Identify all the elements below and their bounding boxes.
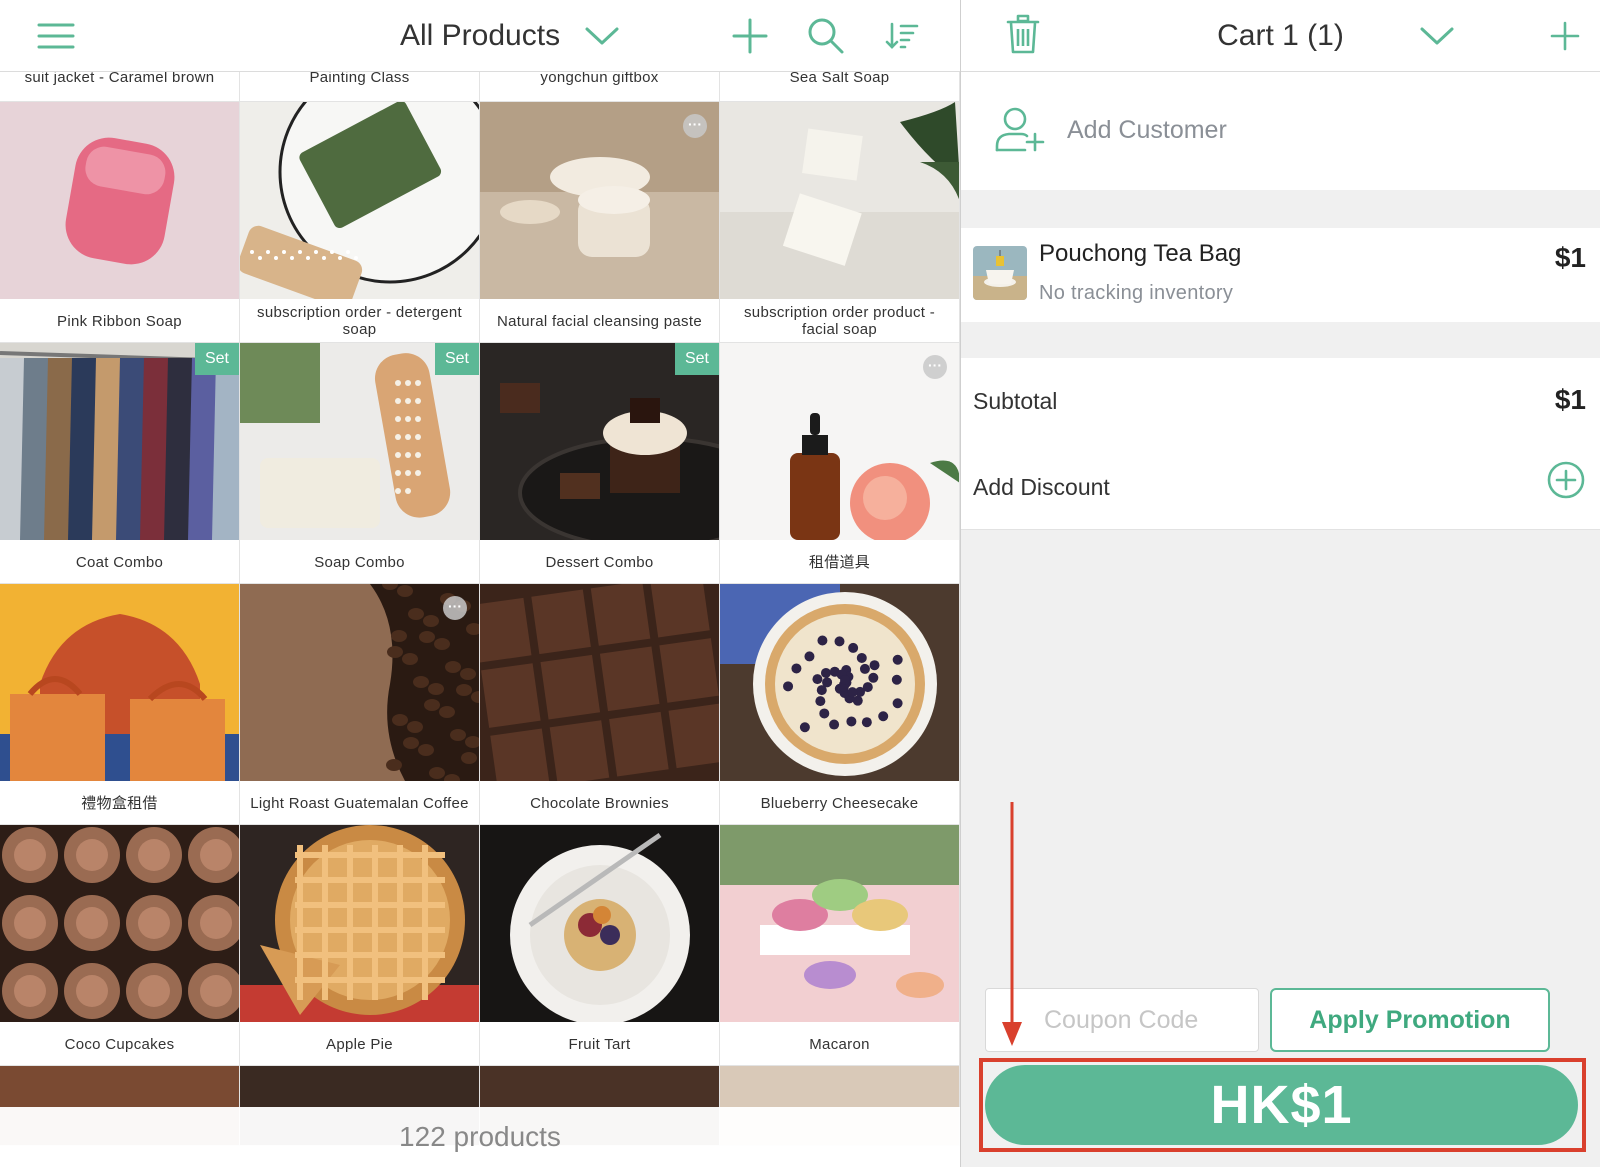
product-name: Coco Cupcakes [64, 1035, 175, 1053]
chevron-down-icon[interactable] [1415, 16, 1459, 56]
product-tile[interactable]: Chocolate Brownies [480, 584, 720, 825]
product-tile[interactable]: ··· Natural facial cleansing paste [480, 102, 720, 343]
product-name: subscription order product - facial soap [744, 304, 935, 338]
cart-line-item[interactable]: Pouchong Tea Bag No tracking inventory $… [961, 228, 1600, 322]
product-image [0, 584, 239, 781]
product-tile[interactable]: Set Dessert Combo [480, 343, 720, 584]
product-image [480, 584, 719, 781]
product-tile[interactable]: Set Coat Combo [0, 343, 240, 584]
product-name: Macaron [809, 1035, 870, 1053]
product-name: Fruit Tart [568, 1035, 631, 1053]
product-tile[interactable]: ··· 租借道具 [720, 343, 960, 584]
coupon-code-input[interactable] [985, 988, 1259, 1052]
product-image [720, 102, 959, 299]
product-image [240, 825, 479, 1022]
product-name: Pink Ribbon Soap [57, 312, 182, 330]
apply-promotion-button[interactable]: Apply Promotion [1270, 988, 1550, 1052]
product-name: Natural facial cleansing paste [497, 312, 702, 330]
chevron-down-icon[interactable] [580, 16, 624, 56]
more-options-icon[interactable]: ··· [923, 355, 947, 379]
product-name: 禮物盒租借 [81, 794, 158, 812]
cart-header: Cart 1 (1) [961, 0, 1600, 72]
product-tile[interactable]: Coco Cupcakes [0, 825, 240, 1066]
more-options-icon[interactable]: ··· [443, 596, 467, 620]
products-header: All Products [0, 0, 960, 72]
product-image [720, 825, 959, 1022]
line-item-inventory-note: No tracking inventory [1039, 282, 1234, 304]
cart-summary: Subtotal $1 Add Discount [961, 358, 1600, 530]
product-tile[interactable]: Blueberry Cheesecake [720, 584, 960, 825]
set-badge: Set [675, 343, 719, 375]
product-image [0, 825, 239, 1022]
add-customer-label: Add Customer [1067, 116, 1227, 144]
product-tile[interactable]: ··· Light Roast Guatemalan Coffee [240, 584, 480, 825]
search-icon[interactable] [804, 16, 848, 56]
line-item-price: $1 [1554, 242, 1586, 273]
product-tile[interactable]: Apple Pie [240, 825, 480, 1066]
new-cart-icon[interactable] [1543, 16, 1587, 56]
product-name: Chocolate Brownies [530, 794, 669, 812]
subtotal-label: Subtotal [973, 388, 1058, 414]
product-tile[interactable]: subscription order - detergent soap [240, 102, 480, 343]
product-image [240, 102, 479, 299]
product-tile[interactable]: Pink Ribbon Soap [0, 102, 240, 343]
add-discount-label[interactable]: Add Discount [973, 474, 1110, 501]
set-badge: Set [435, 343, 479, 375]
cart-title[interactable]: Cart 1 (1) [961, 16, 1600, 56]
product-name: Apple Pie [326, 1035, 393, 1053]
add-user-icon [995, 107, 1045, 152]
product-label-partial[interactable]: yongchun giftbox [480, 70, 720, 102]
line-item-name: Pouchong Tea Bag [1039, 240, 1242, 267]
add-product-icon[interactable] [728, 16, 772, 56]
set-badge: Set [195, 343, 239, 375]
product-tile[interactable]: Set Soap Combo [240, 343, 480, 584]
add-customer-button[interactable]: Add Customer [961, 72, 1600, 190]
product-name: Blueberry Cheesecake [760, 794, 919, 812]
product-tile[interactable]: Fruit Tart [480, 825, 720, 1066]
product-grid-partial-row: suit jacket - Caramel brown Painting Cla… [0, 70, 960, 102]
cart-panel: Cart 1 (1) Add Customer Pouchong Tea Bag… [961, 0, 1600, 1167]
subtotal-value: $1 [1554, 384, 1586, 415]
product-label-partial[interactable]: Painting Class [240, 70, 480, 102]
product-name: Light Roast Guatemalan Coffee [250, 794, 469, 812]
more-options-icon[interactable]: ··· [683, 114, 707, 138]
product-count: 122 products [0, 1107, 960, 1167]
menu-icon[interactable] [34, 16, 78, 56]
product-label-partial[interactable]: Sea Salt Soap [720, 70, 960, 102]
product-name: subscription order - detergent soap [257, 304, 462, 338]
products-category-title[interactable]: All Products [400, 16, 560, 56]
product-name: Coat Combo [75, 553, 164, 571]
product-image [480, 825, 719, 1022]
product-image [720, 584, 959, 781]
product-tile[interactable]: subscription order product - facial soap [720, 102, 960, 343]
checkout-button[interactable]: HK$1 [985, 1065, 1578, 1145]
add-discount-icon[interactable] [1546, 460, 1586, 500]
sort-icon[interactable] [880, 16, 924, 56]
annotation-arrow-icon [1002, 802, 1022, 1046]
product-name: 租借道具 [808, 553, 871, 571]
products-panel: Pink Ribbon Soap subscription order - det… [0, 0, 960, 1167]
product-name: Soap Combo [314, 553, 405, 571]
product-tile[interactable]: 禮物盒租借 [0, 584, 240, 825]
product-image [0, 102, 239, 299]
product-thumbnail [973, 246, 1027, 300]
product-label-partial[interactable]: suit jacket - Caramel brown [0, 70, 240, 102]
product-name: Dessert Combo [545, 553, 654, 571]
product-tile[interactable]: Macaron [720, 825, 960, 1066]
